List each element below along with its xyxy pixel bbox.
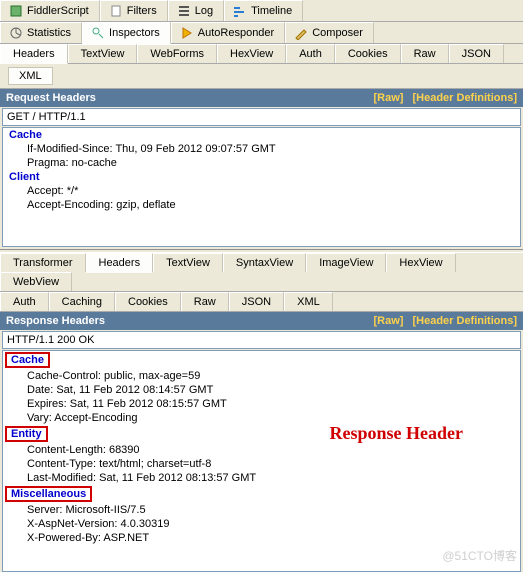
header-item[interactable]: X-Powered-By: ASP.NET: [3, 531, 520, 545]
header-item[interactable]: Last-Modified: Sat, 11 Feb 2012 08:13:57…: [3, 471, 520, 485]
header-item[interactable]: Date: Sat, 11 Feb 2012 08:14:57 GMT: [3, 383, 520, 397]
request-headers-header: Request Headers [Raw] [Header Definition…: [0, 89, 523, 107]
watermark: @51CTO博客: [442, 547, 517, 564]
tab-inspectors[interactable]: Inspectors: [82, 22, 171, 44]
tab-log[interactable]: Log: [168, 0, 224, 21]
tab-composer[interactable]: Composer: [285, 22, 374, 43]
header-item[interactable]: Server: Microsoft-IIS/7.5: [3, 503, 520, 517]
request-subtabs-row2: XML: [0, 64, 523, 89]
tab-timeline[interactable]: Timeline: [224, 0, 303, 21]
tab-label: Log: [195, 5, 213, 17]
group-cache-res[interactable]: Cache: [5, 352, 50, 368]
subtab-cookies-res[interactable]: Cookies: [115, 292, 181, 311]
tab-statistics[interactable]: Statistics: [0, 22, 82, 43]
subtab-auth[interactable]: Auth: [286, 44, 335, 63]
request-raw-link[interactable]: [Raw]: [373, 92, 403, 104]
response-headers-header: Response Headers [Raw] [Header Definitio…: [0, 312, 523, 330]
subtab-transformer[interactable]: Transformer: [0, 253, 86, 272]
subtab-caching[interactable]: Caching: [49, 292, 115, 311]
autoresponder-icon: [180, 26, 194, 40]
tab-fiddlerscript[interactable]: FiddlerScript: [0, 0, 100, 21]
header-item[interactable]: X-AspNet-Version: 4.0.30319: [3, 517, 520, 531]
top-tab-row-1: FiddlerScript Filters Log Timeline: [0, 0, 523, 22]
timeline-icon: [233, 4, 247, 18]
group-client[interactable]: Client: [3, 170, 520, 184]
response-raw-link[interactable]: [Raw]: [373, 315, 403, 327]
subtab-raw[interactable]: Raw: [401, 44, 449, 63]
header-item[interactable]: Expires: Sat, 11 Feb 2012 08:15:57 GMT: [3, 397, 520, 411]
header-item[interactable]: Cache-Control: public, max-age=59: [3, 369, 520, 383]
subtab-imageview[interactable]: ImageView: [306, 253, 386, 272]
subtab-headers-res[interactable]: Headers: [86, 253, 154, 273]
subtab-json-res[interactable]: JSON: [229, 292, 284, 311]
subtab-cookies[interactable]: Cookies: [335, 44, 401, 63]
tab-filters[interactable]: Filters: [100, 0, 168, 21]
response-subtabs-row2: Auth Caching Cookies Raw JSON XML: [0, 292, 523, 312]
subtab-json[interactable]: JSON: [449, 44, 504, 63]
subtab-syntaxview[interactable]: SyntaxView: [223, 253, 306, 272]
response-subtabs-row1: Transformer Headers TextView SyntaxView …: [0, 253, 523, 292]
response-tree[interactable]: Cache Cache-Control: public, max-age=59 …: [2, 350, 521, 572]
tab-label: Timeline: [251, 5, 292, 17]
tab-label: Inspectors: [109, 27, 160, 39]
statistics-icon: [9, 26, 23, 40]
tab-label: Statistics: [27, 27, 71, 39]
filters-icon: [109, 4, 123, 18]
header-item[interactable]: If-Modified-Since: Thu, 09 Feb 2012 09:0…: [3, 142, 520, 156]
top-tab-row-2: Statistics Inspectors AutoResponder Comp…: [0, 22, 523, 44]
subtab-hexview[interactable]: HexView: [217, 44, 286, 63]
header-item[interactable]: Content-Length: 68390: [3, 443, 520, 457]
subtab-webforms[interactable]: WebForms: [137, 44, 217, 63]
log-icon: [177, 4, 191, 18]
tab-label: AutoResponder: [198, 27, 274, 39]
subtab-headers[interactable]: Headers: [0, 44, 68, 64]
composer-icon: [294, 26, 308, 40]
subtab-textview[interactable]: TextView: [68, 44, 138, 63]
subtab-xml-res[interactable]: XML: [284, 292, 333, 311]
tab-autoresponder[interactable]: AutoResponder: [171, 22, 285, 43]
subtab-xml[interactable]: XML: [8, 67, 53, 85]
group-cache[interactable]: Cache: [3, 128, 520, 142]
header-item[interactable]: Accept: */*: [3, 184, 520, 198]
subtab-hexview-res[interactable]: HexView: [386, 253, 455, 272]
script-icon: [9, 4, 23, 18]
response-headers-title: Response Headers: [6, 315, 105, 327]
response-status-line[interactable]: HTTP/1.1 200 OK: [2, 331, 521, 349]
subtab-auth-res[interactable]: Auth: [0, 292, 49, 311]
header-item[interactable]: Pragma: no-cache: [3, 156, 520, 170]
header-item[interactable]: Accept-Encoding: gzip, deflate: [3, 198, 520, 212]
tab-label: Composer: [312, 27, 363, 39]
request-subtabs: Headers TextView WebForms HexView Auth C…: [0, 44, 523, 64]
header-item[interactable]: Content-Type: text/html; charset=utf-8: [3, 457, 520, 471]
subtab-textview-res[interactable]: TextView: [153, 253, 223, 272]
group-miscellaneous[interactable]: Miscellaneous: [5, 486, 92, 502]
tab-label: Filters: [127, 5, 157, 17]
subtab-raw-res[interactable]: Raw: [181, 292, 229, 311]
tab-label: FiddlerScript: [27, 5, 89, 17]
annotation-response-header: Response Header: [330, 423, 464, 444]
inspectors-icon: [91, 26, 105, 40]
request-line[interactable]: GET / HTTP/1.1: [2, 108, 521, 126]
response-headerdefs-link[interactable]: [Header Definitions]: [412, 315, 517, 327]
group-entity[interactable]: Entity: [5, 426, 48, 442]
request-tree[interactable]: Cache If-Modified-Since: Thu, 09 Feb 201…: [2, 127, 521, 247]
request-headerdefs-link[interactable]: [Header Definitions]: [412, 92, 517, 104]
request-headers-title: Request Headers: [6, 92, 96, 104]
subtab-webview[interactable]: WebView: [0, 272, 72, 291]
